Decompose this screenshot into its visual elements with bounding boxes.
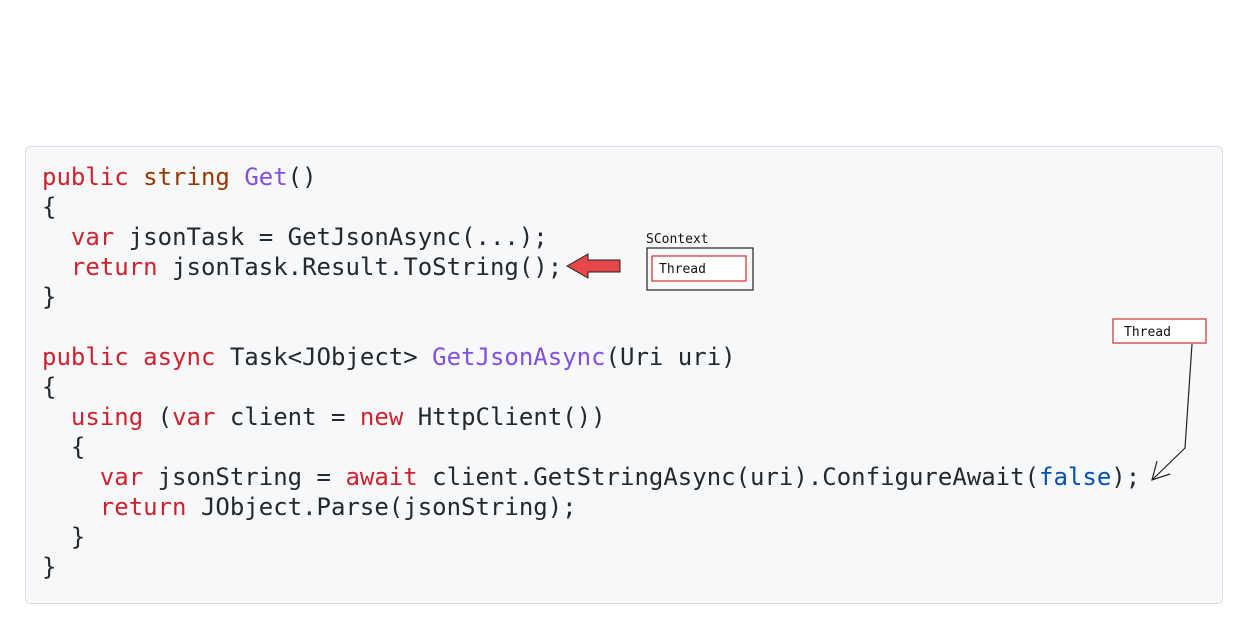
code-line: return JObject.Parse(jsonString);: [42, 492, 1140, 522]
code-token: await: [345, 463, 418, 491]
code-token: var: [70, 223, 115, 251]
diagram-stage: public string Get(){ var jsonTask = GetJ…: [0, 0, 1244, 621]
code-line: return jsonTask.Result.ToString();: [42, 252, 1140, 282]
code-token: jsonString =: [143, 463, 346, 491]
code-line: }: [42, 282, 1140, 312]
code-token: var: [99, 463, 144, 491]
code-token: var: [172, 403, 216, 431]
code-line: using (var client = new HttpClient()): [42, 402, 1140, 432]
code-line: var jsonTask = GetJsonAsync(...);: [42, 222, 1140, 252]
code-token: new: [359, 403, 404, 431]
code-line: {: [42, 192, 1140, 222]
code-token: GetJsonAsync: [432, 343, 606, 371]
code-token: public: [42, 163, 129, 191]
code-token: }: [42, 553, 57, 581]
code-token: jsonTask = GetJsonAsync(...);: [114, 223, 548, 251]
code-token: {: [42, 373, 57, 401]
code-line: public string Get(): [42, 162, 1140, 192]
code-token: JObject.Parse(jsonString);: [186, 493, 577, 521]
code-token: Task<JObject>: [215, 343, 433, 371]
code-line: {: [42, 372, 1140, 402]
code-token: (): [287, 163, 317, 191]
code-token: }: [42, 523, 86, 551]
code-token: return: [70, 253, 158, 281]
code-token: using: [70, 403, 144, 431]
code-token: return: [99, 493, 187, 521]
code-line: {: [42, 432, 1140, 462]
code-token: {: [42, 433, 86, 461]
code-token: false: [1039, 463, 1112, 491]
code-line: var jsonString = await client.GetStringA…: [42, 462, 1140, 492]
code-token: (: [143, 403, 173, 431]
code-token: {: [42, 193, 57, 221]
code-token: public: [42, 343, 129, 371]
code-token: jsonTask.Result.ToString();: [157, 253, 563, 281]
code-listing: public string Get(){ var jsonTask = GetJ…: [42, 162, 1140, 582]
code-line: public async Task<JObject> GetJsonAsync(…: [42, 342, 1140, 372]
code-token: string: [143, 163, 230, 191]
code-token: }: [42, 283, 57, 311]
code-token: async: [143, 343, 216, 371]
code-token: client =: [215, 403, 360, 431]
code-line: }: [42, 552, 1140, 582]
code-token: Get: [244, 163, 288, 191]
code-token: HttpClient()): [403, 403, 606, 431]
code-token: client.GetStringAsync(uri).ConfigureAwai…: [417, 463, 1040, 491]
code-token: (Uri uri): [605, 343, 736, 371]
code-token: );: [1111, 463, 1141, 491]
code-line: }: [42, 522, 1140, 552]
